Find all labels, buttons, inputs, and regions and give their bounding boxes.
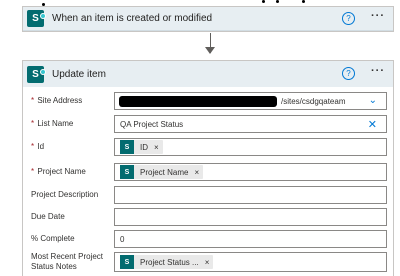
trigger-header[interactable]: S When an item is created or modified ? … — [23, 7, 393, 31]
update-item-card[interactable]: S Update item ? ··· * Site Address /site… — [22, 60, 394, 276]
percent-complete-label: % Complete — [31, 234, 75, 243]
action-header[interactable]: S Update item ? ··· — [23, 61, 393, 87]
list-name-row: * List Name QA Project Status ✕ — [31, 114, 387, 134]
dynamic-content-token[interactable]: S Project Status ... × — [120, 255, 214, 269]
decoration-dot — [302, 0, 305, 3]
help-icon[interactable]: ? — [342, 12, 355, 25]
close-icon[interactable]: ✕ — [368, 118, 377, 131]
site-address-value: /sites/csdgqateam — [281, 96, 346, 106]
list-name-value: QA Project Status — [120, 119, 184, 129]
trigger-title: When an item is created or modified — [52, 13, 213, 24]
project-description-row: Project Description — [31, 185, 387, 205]
project-description-label: Project Description — [31, 190, 99, 199]
arrow-down-icon — [205, 47, 215, 54]
site-address-row: * Site Address /sites/csdgqateam ⌄ — [31, 91, 387, 111]
due-date-row: Due Date — [31, 207, 387, 227]
action-title: Update item — [52, 68, 106, 80]
project-name-label: * Project Name — [31, 167, 86, 176]
dynamic-content-token[interactable]: S ID × — [120, 140, 163, 154]
list-name-field[interactable]: QA Project Status ✕ — [114, 115, 387, 133]
id-label: * Id — [31, 142, 45, 151]
project-name-row: * Project Name S Project Name × — [31, 162, 387, 182]
decoration-dot — [276, 0, 279, 3]
project-description-field[interactable] — [114, 186, 387, 204]
project-name-field[interactable]: S Project Name × — [114, 163, 387, 181]
percent-complete-row: % Complete 0 — [31, 229, 387, 249]
trigger-card[interactable]: S When an item is created or modified ? … — [22, 6, 394, 32]
close-icon[interactable]: × — [194, 168, 199, 177]
sharepoint-icon: S — [120, 165, 134, 179]
id-field[interactable]: S ID × — [114, 138, 387, 156]
token-label: Project Status ... — [140, 257, 199, 267]
dynamic-content-token[interactable]: S Project Name × — [120, 165, 204, 179]
due-date-label: Due Date — [31, 212, 65, 221]
decoration-dot — [262, 0, 265, 3]
sharepoint-icon: S — [27, 10, 46, 27]
close-icon[interactable]: × — [205, 258, 210, 267]
percent-complete-value: 0 — [120, 234, 125, 244]
status-notes-field[interactable]: S Project Status ... × — [114, 252, 387, 272]
id-row: * Id S ID × — [31, 137, 387, 157]
sharepoint-icon: S — [120, 255, 134, 269]
due-date-field[interactable] — [114, 208, 387, 226]
sharepoint-icon: S — [27, 65, 46, 83]
status-notes-label: Most Recent Project Status Notes — [31, 252, 104, 271]
chevron-down-icon[interactable]: ⌄ — [369, 95, 377, 106]
site-address-dropdown[interactable]: /sites/csdgqateam ⌄ — [114, 92, 387, 110]
redaction-mark — [119, 96, 277, 107]
token-label: Project Name — [140, 167, 189, 177]
site-address-label: * Site Address — [31, 96, 83, 105]
more-options-icon[interactable]: ··· — [371, 65, 385, 77]
more-options-icon[interactable]: ··· — [371, 10, 385, 22]
help-icon[interactable]: ? — [342, 67, 355, 80]
sharepoint-icon: S — [120, 140, 134, 154]
status-notes-row: Most Recent Project Status Notes S Proje… — [31, 251, 387, 273]
token-label: ID — [140, 142, 148, 152]
close-icon[interactable]: × — [154, 143, 159, 152]
list-name-label: * List Name — [31, 119, 74, 128]
percent-complete-field[interactable]: 0 — [114, 230, 387, 248]
